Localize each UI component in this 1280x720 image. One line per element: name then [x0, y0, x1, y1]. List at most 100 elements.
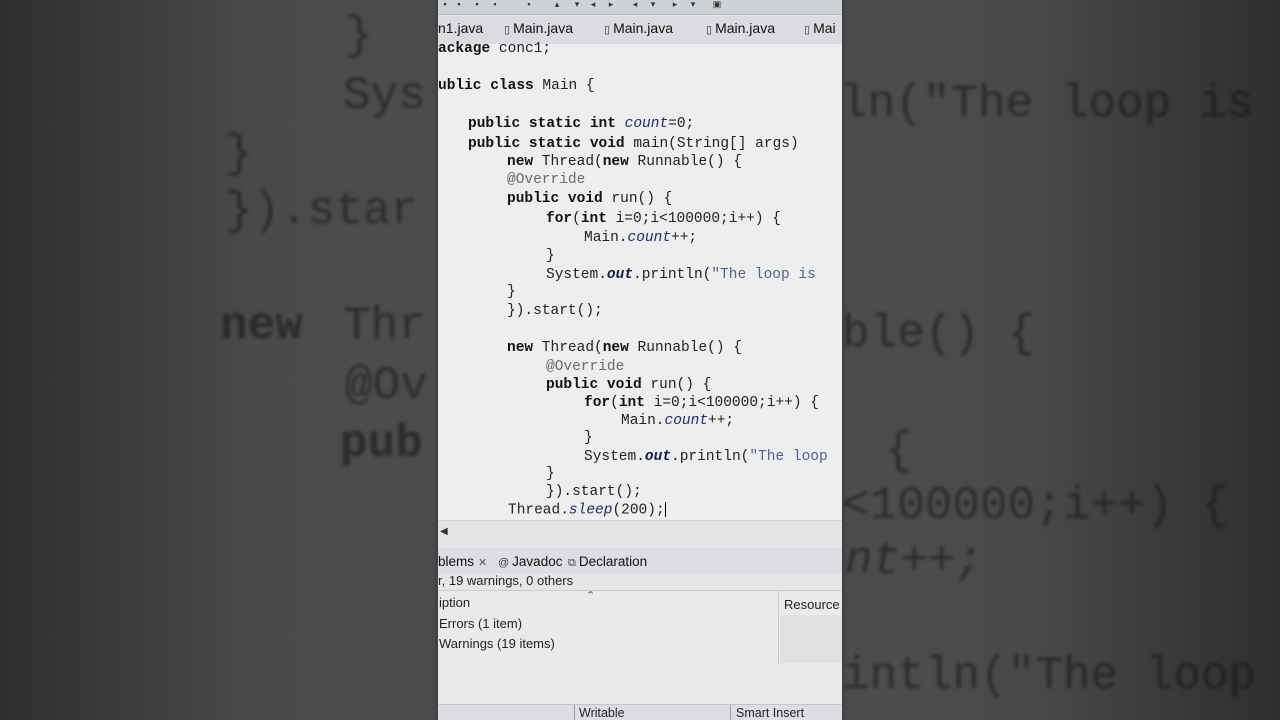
problems-table: iption ⌃ Resource Errors (1 item) Warnin…	[438, 590, 842, 720]
java-file-icon: ▯	[504, 24, 511, 36]
close-icon[interactable]: ✕	[478, 557, 487, 569]
code-token: run() {	[641, 377, 712, 393]
chevron-down-icon[interactable]: ▾	[572, 0, 582, 9]
code-token: public void	[507, 191, 603, 207]
back-arrow-icon[interactable]: ◂	[588, 0, 598, 9]
status-writable: Writable	[579, 706, 625, 720]
editor-tab[interactable]: ▯ Mai	[804, 20, 836, 36]
code-token: System.	[546, 267, 607, 283]
code-token: int	[618, 395, 645, 411]
bg-text: {	[885, 425, 913, 477]
code-line: System.out.println("The loop is	[546, 267, 816, 283]
main-toolbar: ▪ ▪ ▪ ▪ ▪ ▴ ▾ ◂ ▸ ◂ ▾ ▸ ▾ ▣	[438, 0, 842, 15]
editor-tab[interactable]: ▯ Main.java	[504, 20, 573, 36]
tab-problems[interactable]: blems ✕	[438, 554, 487, 569]
perspective-icon[interactable]: ▣	[712, 0, 722, 9]
code-line: for(int i=0;i<100000;i++) {	[546, 211, 781, 227]
javadoc-icon: @	[498, 557, 510, 569]
bottom-views-tab-bar: blems ✕ @ Javadoc ⧉ Declaration	[438, 548, 842, 574]
bg-text: }	[225, 128, 253, 180]
toolbar-icon[interactable]: ▪	[472, 0, 482, 9]
code-token: System.	[584, 449, 645, 465]
code-token: count	[627, 230, 672, 246]
code-token: .println(	[671, 449, 750, 465]
code-token: out	[606, 267, 634, 283]
code-token: new	[602, 154, 629, 170]
code-token: int	[580, 211, 607, 227]
column-divider[interactable]	[778, 591, 779, 665]
status-divider	[730, 705, 731, 720]
toolbar-icon[interactable]: ▪	[454, 0, 464, 9]
forward-arrow-icon[interactable]: ▸	[670, 0, 680, 9]
code-line: System.out.println("The loop	[584, 449, 828, 465]
code-token: public void	[546, 377, 642, 393]
code-token: public static void	[468, 136, 625, 152]
code-token: Thread.	[508, 502, 569, 519]
code-line: }	[546, 466, 555, 482]
toolbar-icon[interactable]: ▪	[440, 0, 450, 9]
bg-text: @Ov	[345, 360, 428, 412]
chevron-down-icon[interactable]: ▾	[688, 0, 698, 9]
code-token: i=0;i<100000;i++) {	[644, 395, 819, 411]
code-token: sleep	[568, 502, 613, 519]
code-editor[interactable]: ackage conc1; ublic class Main { public …	[438, 41, 842, 520]
bg-text: Thr	[343, 300, 426, 352]
tab-label: n1.java	[438, 20, 484, 36]
code-token: ++;	[708, 413, 735, 429]
bg-text: ble() {	[842, 308, 1036, 360]
editor-tab[interactable]: ▯ Main.java	[604, 20, 673, 36]
code-token: main(String[] args)	[624, 136, 799, 152]
code-token: Thread(	[533, 154, 603, 170]
code-token: (	[572, 211, 581, 227]
tab-label: blems	[438, 554, 475, 569]
back-arrow-icon[interactable]: ◂	[630, 0, 640, 9]
code-line: new Thread(new Runnable() {	[507, 154, 742, 170]
status-divider	[574, 705, 575, 720]
horizontal-scrollbar[interactable]: ◀	[438, 520, 842, 545]
code-token: out	[644, 449, 672, 465]
chevron-down-icon[interactable]: ▾	[648, 0, 658, 9]
tab-declaration[interactable]: ⧉ Declaration	[568, 554, 647, 570]
tree-item-errors[interactable]: Errors (1 item)	[439, 616, 522, 631]
code-token: Thread(	[533, 340, 603, 356]
code-line: @Override	[507, 172, 586, 188]
tab-label: Mai	[813, 20, 836, 36]
tab-label: Declaration	[578, 554, 648, 569]
bg-text: Sys	[343, 70, 426, 122]
column-header-description[interactable]: iption	[439, 595, 470, 610]
code-line: ackage conc1;	[438, 41, 551, 57]
code-token: (200);	[612, 502, 665, 519]
code-token: Main {	[533, 78, 595, 94]
code-token: count	[664, 413, 709, 429]
code-token: for	[584, 395, 611, 411]
sort-ascending-icon: ⌃	[586, 590, 596, 602]
toolbar-icon[interactable]: ▪	[524, 0, 534, 9]
bg-text: <100000;i++) {	[842, 480, 1229, 532]
toolbar-icon[interactable]: ▴	[552, 0, 562, 9]
eclipse-ide-window: ▪ ▪ ▪ ▪ ▪ ▴ ▾ ◂ ▸ ◂ ▾ ▸ ▾ ▣ n1.java ▯ Mai…	[438, 0, 842, 720]
code-token: "The loop is	[711, 267, 816, 283]
scroll-left-icon[interactable]: ◀	[440, 526, 448, 537]
code-token: Main.	[584, 230, 628, 246]
tab-label: Main.java	[613, 20, 673, 36]
bg-text: pub	[340, 418, 423, 470]
bg-text: ln("The loop is	[840, 78, 1255, 130]
code-token: "The loop	[749, 449, 828, 465]
tree-item-warnings[interactable]: Warnings (19 items)	[439, 636, 555, 651]
editor-tab[interactable]: ▯ Main.java	[706, 20, 775, 36]
tab-label: Javadoc	[512, 554, 563, 569]
resource-column-area	[780, 615, 842, 663]
toolbar-icon[interactable]: ▪	[490, 0, 500, 9]
bg-text: nt++;	[845, 535, 984, 587]
tab-javadoc[interactable]: @ Javadoc	[498, 554, 562, 569]
code-line: Main.count++;	[621, 413, 734, 429]
code-line: for(int i=0;i<100000;i++) {	[584, 395, 819, 411]
column-header-resource[interactable]: Resource	[784, 597, 840, 612]
problems-summary: r, 19 warnings, 0 others	[438, 573, 574, 588]
java-file-icon: ▯	[706, 24, 713, 36]
code-token: new	[507, 340, 534, 356]
code-token: ublic class	[438, 78, 534, 94]
forward-arrow-icon[interactable]: ▸	[606, 0, 616, 9]
editor-tab[interactable]: n1.java	[438, 20, 483, 36]
code-line: }).start();	[546, 484, 642, 500]
